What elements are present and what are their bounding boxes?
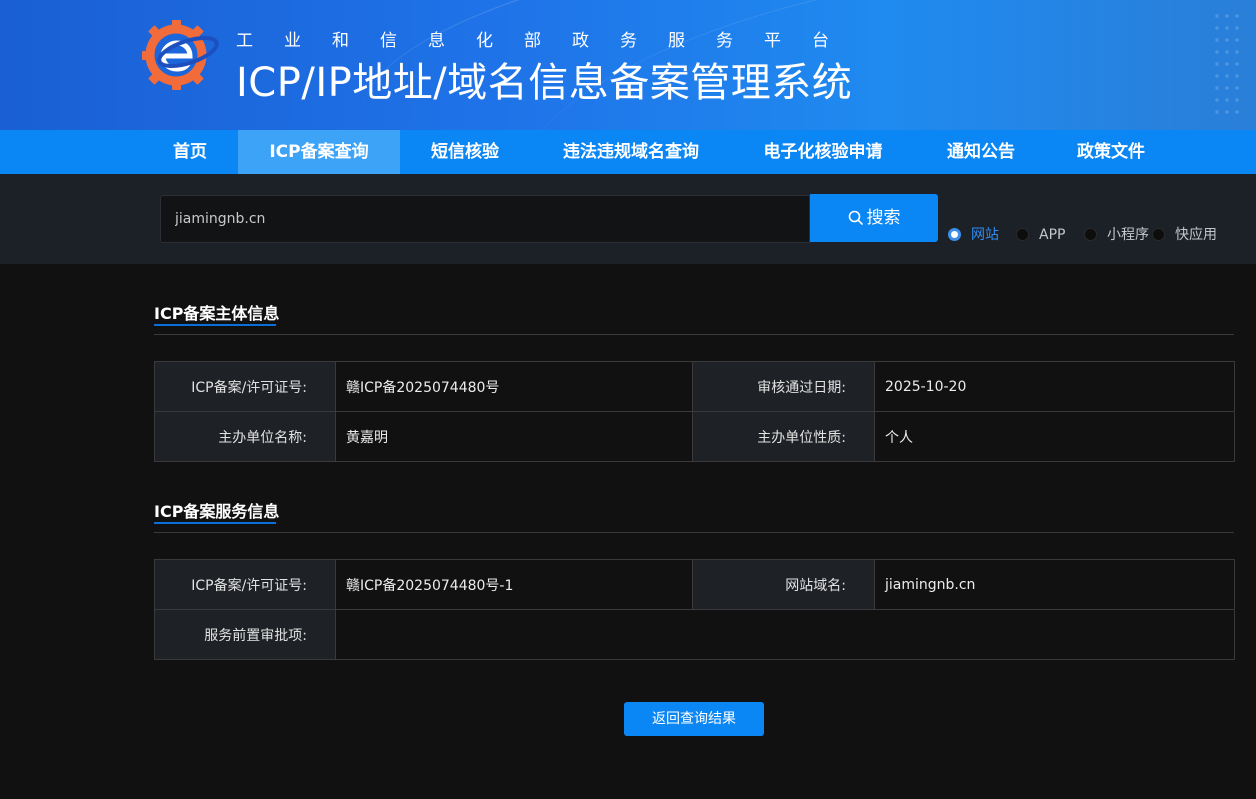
section-divider (154, 334, 1234, 335)
nav-sms-verify[interactable]: 短信核验 (414, 130, 516, 174)
organizer-name-label: 主办单位名称: (154, 411, 336, 462)
table-row: 主办单位名称: 黄嘉明 主办单位性质: 个人 (154, 411, 1235, 462)
radio-website[interactable]: 网站 (948, 226, 999, 244)
radio-dot-icon (1152, 228, 1165, 241)
license-value: 赣ICP备2025074480号 (335, 361, 693, 412)
search-input[interactable] (160, 195, 810, 243)
nav-notices[interactable]: 通知公告 (930, 130, 1032, 174)
organizer-name-value: 黄嘉明 (335, 411, 693, 462)
nav-illegal-domain-query[interactable]: 违法违规域名查询 (546, 130, 716, 174)
radio-dot-icon (1084, 228, 1097, 241)
radio-label: 网站 (971, 227, 999, 243)
system-title: ICP/IP地址/域名信息备案管理系统 (236, 60, 853, 106)
service-info-table: ICP备案/许可证号: 赣ICP备2025074480号-1 网站域名: jia… (154, 559, 1235, 660)
radio-mini-program[interactable]: 小程序 (1084, 226, 1149, 244)
radio-label: APP (1039, 227, 1066, 243)
approval-date-value: 2025-10-20 (874, 361, 1235, 412)
table-row: 服务前置审批项: (154, 609, 1235, 660)
pre-approval-label: 服务前置审批项: (154, 609, 336, 660)
approval-date-label: 审核通过日期: (692, 361, 875, 412)
nav-policy-docs[interactable]: 政策文件 (1060, 130, 1162, 174)
search-button[interactable]: 搜索 (810, 194, 938, 242)
domain-value: jiamingnb.cn (874, 559, 1235, 610)
organizer-type-label: 主办单位性质: (692, 411, 875, 462)
section-underline (154, 324, 276, 326)
license-label: ICP备案/许可证号: (154, 361, 336, 412)
radio-app[interactable]: APP (1016, 226, 1065, 244)
table-row: ICP备案/许可证号: 赣ICP备2025074480号-1 网站域名: jia… (154, 559, 1235, 610)
service-license-value: 赣ICP备2025074480号-1 (335, 559, 693, 610)
radio-label: 小程序 (1107, 227, 1149, 243)
search-icon (848, 210, 863, 225)
table-row: ICP备案/许可证号: 赣ICP备2025074480号 审核通过日期: 202… (154, 361, 1235, 412)
nav-home[interactable]: 首页 (154, 130, 226, 174)
section-divider (154, 532, 1234, 533)
main-nav: 首页 ICP备案查询 短信核验 违法违规域名查询 电子化核验申请 通知公告 政策… (0, 130, 1256, 174)
radio-dot-icon (1016, 228, 1029, 241)
pre-approval-value (335, 609, 1235, 660)
miit-logo-icon (142, 20, 219, 90)
banner-dots-decoration (1212, 10, 1242, 120)
section-underline (154, 522, 276, 524)
domain-label: 网站域名: (692, 559, 875, 610)
radio-label: 快应用 (1175, 227, 1217, 243)
service-license-label: ICP备案/许可证号: (154, 559, 336, 610)
platform-subtitle: 工业和信息化部政务服务平台 (236, 31, 860, 51)
back-to-results-button[interactable]: 返回查询结果 (624, 702, 764, 736)
search-button-label: 搜索 (866, 208, 901, 228)
nav-e-verify-apply[interactable]: 电子化核验申请 (748, 130, 898, 174)
nav-icp-query[interactable]: ICP备案查询 (238, 130, 400, 174)
subject-info-table: ICP备案/许可证号: 赣ICP备2025074480号 审核通过日期: 202… (154, 361, 1235, 462)
radio-quick-app[interactable]: 快应用 (1152, 226, 1217, 244)
radio-dot-icon (948, 228, 961, 241)
organizer-type-value: 个人 (874, 411, 1235, 462)
